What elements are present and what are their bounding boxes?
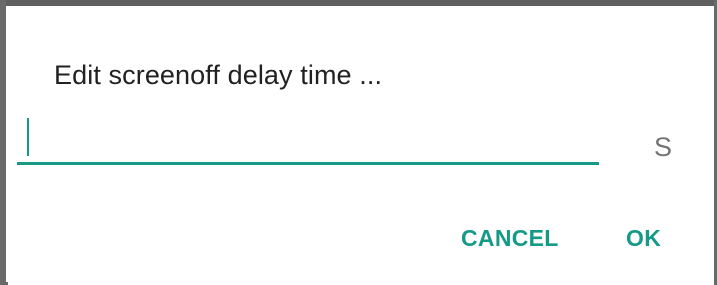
delay-time-input[interactable] — [17, 112, 599, 160]
dialog-title: Edit screenoff delay time ... — [54, 60, 383, 90]
ok-button[interactable]: OK — [626, 225, 661, 252]
unit-label-seconds: S — [654, 132, 673, 162]
edit-delay-dialog: Edit screenoff delay time ... S CANCEL O… — [8, 8, 714, 285]
cancel-button[interactable]: CANCEL — [461, 225, 559, 252]
delay-input-container[interactable] — [17, 112, 599, 165]
text-cursor — [27, 118, 29, 156]
window-frame-top — [0, 0, 717, 6]
window-frame-left — [0, 0, 6, 285]
input-underline — [17, 162, 599, 165]
